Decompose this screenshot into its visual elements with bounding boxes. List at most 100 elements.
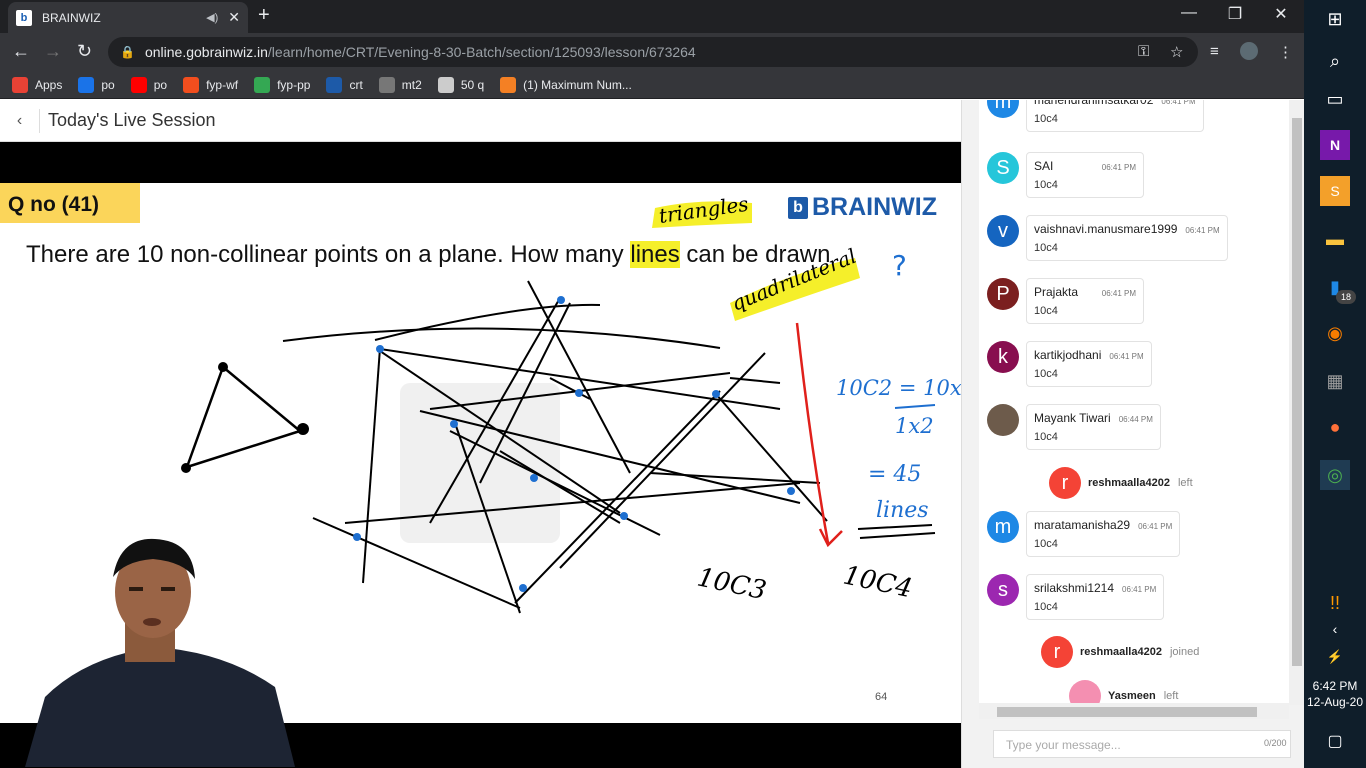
bookmark-item[interactable]: po bbox=[78, 76, 115, 93]
forward-arrow-icon[interactable]: → bbox=[44, 41, 62, 62]
media-queue-icon[interactable]: ≡ bbox=[1210, 43, 1219, 60]
message-input[interactable]: Type your message... bbox=[993, 730, 1291, 758]
avatar: m bbox=[987, 511, 1019, 543]
chat-message: m mahendranimsatkar02 06:41 PM 10c4 bbox=[987, 100, 1204, 132]
e-icon bbox=[78, 76, 95, 93]
annotation-c4: 10C4 bbox=[841, 561, 915, 605]
message-bubble: maratamanisha29 06:41 PM 10c4 bbox=[1026, 511, 1181, 557]
maximize-button[interactable]: ❐ bbox=[1212, 4, 1258, 24]
firefox-icon[interactable]: ● bbox=[1320, 412, 1350, 442]
chat-message: Mayank Tiwari 06:44 PM 10c4 bbox=[987, 404, 1161, 450]
bookmark-label: po bbox=[153, 77, 168, 92]
bookmark-item[interactable]: mt2 bbox=[378, 76, 422, 93]
chat-horizontal-scrollbar[interactable] bbox=[979, 703, 1289, 719]
message-bubble: vaishnavi.manusmare1999 06:41 PM 10c4 bbox=[1026, 215, 1228, 261]
message-time: 06:41 PM bbox=[1138, 522, 1173, 531]
avatar bbox=[1069, 680, 1101, 705]
key-icon[interactable]: ⚿ bbox=[1138, 43, 1149, 60]
question-text: There are 10 non-collinear points on a p… bbox=[26, 241, 830, 269]
message-text: 10c4 bbox=[1034, 538, 1058, 550]
new-tab-button[interactable]: + bbox=[258, 4, 270, 27]
more-menu-icon[interactable]: ⋮ bbox=[1278, 43, 1293, 61]
scroll-thumb-horizontal[interactable] bbox=[997, 707, 1257, 717]
battery-wifi-icon[interactable]: ⚡ bbox=[1320, 642, 1350, 672]
speaker-icon[interactable]: ◀) bbox=[206, 11, 218, 24]
back-arrow-icon[interactable]: ← bbox=[12, 41, 30, 62]
bookmark-item[interactable]: Apps bbox=[12, 76, 62, 93]
media-player-icon[interactable]: ◉ bbox=[1320, 318, 1350, 348]
reload-icon[interactable]: ↻ bbox=[77, 41, 92, 62]
bookmark-label: mt2 bbox=[401, 77, 422, 92]
slide-page-number: 64 bbox=[875, 691, 888, 703]
page-content: ‹ Today's Live Session triangles quadril… bbox=[0, 100, 1305, 768]
task-view-icon[interactable]: ▭ bbox=[1320, 84, 1350, 114]
avatar: P bbox=[987, 278, 1019, 310]
sublime-icon[interactable]: S bbox=[1320, 176, 1350, 206]
svg-text:?: ? bbox=[892, 249, 907, 282]
message-text: 10c4 bbox=[1034, 113, 1058, 125]
sender-name: kartikjodhani bbox=[1034, 348, 1102, 362]
stack-icon bbox=[500, 76, 517, 93]
system-clock[interactable]: 6:42 PM 12-Aug-20 bbox=[1304, 678, 1366, 710]
brainwiz-logo: b BRAINWIZ bbox=[788, 193, 937, 222]
bookmark-item[interactable]: fyp-wf bbox=[183, 76, 238, 93]
chat-message: m maratamanisha29 06:41 PM 10c4 bbox=[987, 511, 1181, 557]
cc-icon bbox=[378, 76, 395, 93]
bookmark-label: 50 q bbox=[460, 77, 485, 92]
question-text-start: There are 10 non-collinear points on a p… bbox=[26, 241, 631, 268]
message-bubble: srilakshmi1214 06:41 PM 10c4 bbox=[1026, 574, 1165, 620]
chat-vertical-scrollbar[interactable] bbox=[1289, 100, 1305, 705]
bookmark-item[interactable]: po bbox=[130, 76, 168, 93]
minimize-button[interactable]: — bbox=[1166, 4, 1212, 22]
browser-tab[interactable]: b BRAINWIZ ◀) ✕ bbox=[8, 2, 248, 33]
bookmark-item[interactable]: (1) Maximum Num... bbox=[500, 76, 632, 93]
calculator-icon[interactable]: ▦ bbox=[1320, 366, 1350, 396]
chevron-left-icon[interactable]: ‹ bbox=[1320, 614, 1350, 644]
url-host: online.gobrainwiz.in bbox=[144, 44, 268, 60]
star-icon[interactable]: ☆ bbox=[1170, 43, 1183, 61]
search-icon[interactable]: ⌕ bbox=[1320, 46, 1350, 76]
onenote-icon[interactable]: N bbox=[1320, 130, 1350, 160]
message-time: 06:41 PM bbox=[1101, 289, 1136, 298]
bookmark-item[interactable]: 50 q bbox=[437, 76, 485, 93]
avatar: m bbox=[987, 100, 1019, 118]
action-center-icon[interactable]: ▢ bbox=[1320, 726, 1350, 756]
event-action: left bbox=[1177, 477, 1193, 489]
bookmark-item[interactable]: crt bbox=[326, 76, 363, 93]
event-action: left bbox=[1163, 690, 1179, 702]
windows-start-icon[interactable]: ⊞ bbox=[1320, 4, 1350, 34]
message-text: 10c4 bbox=[1034, 431, 1058, 443]
profile-avatar[interactable] bbox=[1240, 42, 1258, 60]
bookmark-label: po bbox=[101, 77, 115, 92]
youtube-icon bbox=[130, 76, 147, 93]
chrome-icon[interactable]: ◎ bbox=[1320, 460, 1350, 490]
address-bar[interactable]: 🔒 online.gobrainwiz.in /learn/home/CRT/E… bbox=[108, 37, 1198, 67]
back-circle-icon[interactable]: ‹ bbox=[0, 108, 40, 133]
file-explorer-icon[interactable]: ▬ bbox=[1320, 224, 1350, 254]
scroll-thumb[interactable] bbox=[1292, 118, 1302, 666]
brainwiz-favicon-icon: b bbox=[16, 9, 32, 26]
clock-date: 12-Aug-20 bbox=[1306, 695, 1364, 709]
bookmark-item[interactable]: fyp-pp bbox=[254, 76, 310, 93]
chat-messages[interactable]: m mahendranimsatkar02 06:41 PM 10c4 S SAI 06:4… bbox=[979, 100, 1289, 705]
brainwiz-icon bbox=[326, 76, 343, 93]
annotation-c3: 10C3 bbox=[695, 563, 769, 607]
bookmark-label: (1) Maximum Num... bbox=[523, 77, 632, 92]
message-text: 10c4 bbox=[1034, 179, 1058, 191]
clock-time: 6:42 PM bbox=[1312, 679, 1358, 693]
avatar: s bbox=[987, 574, 1019, 606]
message-time: 06:41 PM bbox=[1101, 163, 1136, 172]
message-time: 06:44 PM bbox=[1118, 415, 1153, 424]
figma-icon bbox=[183, 76, 200, 93]
chat-message: s srilakshmi1214 06:41 PM 10c4 bbox=[987, 574, 1165, 620]
sender-name: mahendranimsatkar02 bbox=[1034, 100, 1154, 107]
message-time: 06:41 PM bbox=[1161, 100, 1196, 106]
event-action: joined bbox=[1169, 646, 1200, 658]
bookmarks-bar: Apps po po fyp-wf fyp-pp crt mt2 50 q (1) Maximu… bbox=[0, 71, 1304, 99]
close-tab-icon[interactable]: ✕ bbox=[228, 9, 240, 26]
live-video-player[interactable]: triangles quadrilateral 10C2 = 10x9 1x2 … bbox=[0, 142, 961, 768]
globe-icon bbox=[437, 76, 454, 93]
annotation-formula-bottom: 1x2 bbox=[895, 414, 934, 438]
close-window-button[interactable]: ✕ bbox=[1258, 4, 1304, 24]
message-text: 10c4 bbox=[1034, 368, 1058, 380]
